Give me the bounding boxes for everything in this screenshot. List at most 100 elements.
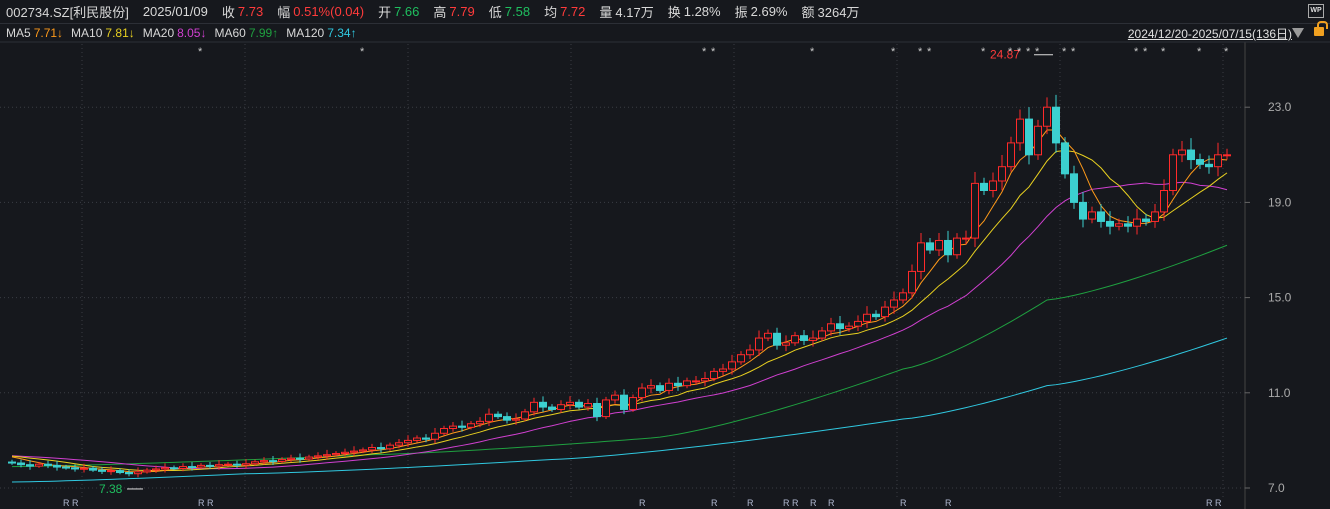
- candle-up: [719, 368, 727, 372]
- candle-up: [476, 420, 484, 425]
- candle-up: [746, 349, 754, 356]
- candle-down: [188, 466, 196, 469]
- candle-up: [647, 385, 655, 389]
- candle-up: [1016, 118, 1024, 144]
- candle-down: [26, 464, 34, 467]
- r-marker-icon: R: [711, 498, 718, 508]
- r-marker-icon: R: [1206, 498, 1213, 508]
- r-marker-icon: R: [900, 498, 907, 508]
- candle-up: [971, 182, 979, 239]
- candle-down: [575, 401, 583, 408]
- event-star-icon: *: [198, 46, 203, 58]
- candle-down: [44, 463, 52, 466]
- candle-down: [62, 466, 70, 469]
- candle-down: [1079, 201, 1087, 220]
- candle-down: [980, 182, 988, 192]
- candle-up: [1034, 125, 1042, 156]
- candle-up: [728, 361, 736, 370]
- candle-up: [368, 447, 376, 451]
- low-marker-label: 7.38: [99, 482, 123, 496]
- r-marker-icon: R: [828, 498, 835, 508]
- candle-down: [593, 403, 601, 418]
- candle-down: [503, 416, 511, 421]
- event-star-icon: *: [360, 46, 365, 58]
- candle-up: [143, 469, 151, 473]
- r-marker-icon: R: [810, 498, 817, 508]
- ma60-line: [11, 244, 1228, 468]
- candle-up: [1007, 142, 1015, 168]
- candle-down: [1196, 159, 1204, 165]
- candle-up: [638, 387, 646, 399]
- candle-up: [890, 299, 898, 308]
- candle-up: [809, 337, 817, 341]
- candle-up: [629, 397, 637, 410]
- event-star-icon: *: [702, 46, 707, 58]
- event-star-icon: *: [1224, 46, 1229, 58]
- candle-down: [800, 335, 808, 341]
- candle-up: [1169, 154, 1177, 192]
- candle-down: [458, 425, 466, 428]
- high-marker-label: 24.87: [990, 48, 1020, 62]
- candle-down: [494, 413, 502, 418]
- r-marker-icon: R: [945, 498, 952, 508]
- event-star-icon: *: [1017, 46, 1022, 58]
- candlestick-chart[interactable]: 23.0 19.0 15.0 11.0 7.0 24.87 7.38 * * * * * * * * * * * *…: [0, 0, 1330, 509]
- candle-up: [1160, 190, 1168, 213]
- candle-down: [674, 382, 682, 387]
- candle-up: [692, 380, 700, 383]
- event-star-icon: *: [1026, 46, 1031, 58]
- candle-up: [737, 354, 745, 363]
- candle-up: [1043, 106, 1051, 127]
- candle-down: [1061, 142, 1069, 175]
- event-star-icon: *: [810, 46, 815, 58]
- r-marker-icon: R: [198, 498, 205, 508]
- candle-up: [332, 452, 340, 456]
- event-star-icon: *: [1134, 46, 1139, 58]
- candle-up: [485, 413, 493, 422]
- candle-down: [1097, 211, 1105, 222]
- candle-up: [1178, 149, 1186, 156]
- candle-down: [1187, 149, 1195, 161]
- candle-down: [773, 332, 781, 346]
- candle-up: [260, 460, 268, 463]
- candle-up: [1115, 223, 1123, 227]
- candle-up: [35, 463, 43, 467]
- candle-up: [134, 471, 142, 475]
- candle-down: [269, 460, 277, 463]
- candle-up: [152, 468, 160, 471]
- candle-down: [548, 406, 556, 410]
- candle-up: [314, 455, 322, 458]
- candle-up: [80, 467, 88, 470]
- candle-up: [521, 411, 529, 420]
- candle-down: [71, 467, 79, 470]
- candle-up: [530, 401, 538, 413]
- candle-up: [251, 461, 259, 465]
- r-marker-icon: R: [639, 498, 646, 508]
- candle-up: [782, 342, 790, 346]
- candle-up: [557, 404, 565, 410]
- candle-down: [1205, 163, 1213, 168]
- event-star-icon: *: [1161, 46, 1166, 58]
- candle-up: [197, 464, 205, 468]
- candle-up: [359, 449, 367, 452]
- r-marker-icon: R: [792, 498, 799, 508]
- candle-up: [107, 470, 115, 473]
- candle-down: [170, 467, 178, 470]
- candle-up: [305, 456, 313, 460]
- candle-down: [1052, 106, 1060, 144]
- candle-down: [422, 437, 430, 440]
- candle-up: [881, 306, 889, 318]
- candle-up: [278, 458, 286, 462]
- candle-up: [701, 378, 709, 382]
- event-star-icon: *: [1143, 46, 1148, 58]
- candle-up: [440, 428, 448, 434]
- candle-up: [845, 325, 853, 330]
- candle-up: [431, 432, 439, 440]
- candle-up: [602, 399, 610, 418]
- event-star-icon: *: [1008, 46, 1013, 58]
- candle-up: [854, 320, 862, 327]
- candle-up: [755, 337, 763, 351]
- candle-up: [665, 382, 673, 391]
- candle-up: [1151, 211, 1159, 222]
- candle-down: [926, 242, 934, 251]
